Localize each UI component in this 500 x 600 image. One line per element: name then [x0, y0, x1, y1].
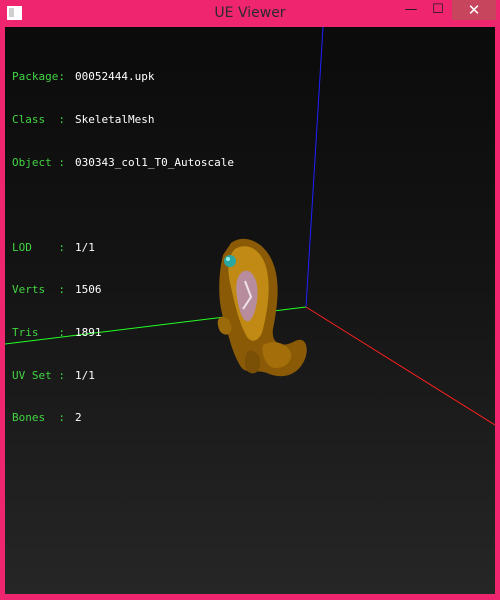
info-row-package: Package: 00052444.upk [12, 70, 234, 84]
app-window: UE Viewer — ☐ ✕ Package: 00052444.upk Cl… [0, 0, 500, 600]
tris-value: 1891 [75, 325, 102, 339]
x-axis-line [305, 306, 495, 426]
info-spacer [12, 198, 234, 212]
close-button[interactable]: ✕ [452, 0, 496, 20]
info-row-lod: LOD : 1/1 [12, 241, 234, 255]
lod-value: 1/1 [75, 240, 95, 254]
bones-label: Bones : [12, 411, 65, 425]
title-bar[interactable]: UE Viewer — ☐ ✕ [0, 0, 500, 26]
verts-value: 1506 [75, 283, 102, 297]
3d-viewport[interactable]: Package: 00052444.upk Class : SkeletalMesh… [5, 27, 495, 594]
lod-label: LOD : [12, 240, 65, 254]
uvset-value: 1/1 [75, 368, 95, 382]
info-row-tris: Tris : 1891 [12, 326, 234, 340]
maximize-button[interactable]: ☐ [425, 0, 451, 20]
z-axis-line [305, 27, 324, 308]
class-label: Class : [12, 113, 65, 126]
package-value: 00052444.upk [75, 70, 155, 84]
info-row-object: Object : 030343_col1_T0_Autoscale [12, 156, 234, 170]
info-row-class: Class : SkeletalMesh [12, 113, 234, 127]
tris-label: Tris : [12, 325, 65, 339]
uvset-label: UV Set : [12, 368, 65, 382]
class-value: SkeletalMesh [75, 113, 155, 126]
mesh-info-panel: Package: 00052444.upk Class : SkeletalMesh… [12, 42, 234, 454]
minimize-button[interactable]: — [398, 0, 424, 20]
bones-value: 2 [75, 411, 82, 425]
info-row-bones: Bones : 2 [12, 411, 234, 425]
info-row-verts: Verts : 1506 [12, 283, 234, 297]
object-value: 030343_col1_T0_Autoscale [75, 155, 234, 169]
info-row-uvset: UV Set : 1/1 [12, 369, 234, 383]
package-label: Package: [12, 70, 65, 84]
verts-label: Verts : [12, 283, 65, 297]
object-label: Object : [12, 155, 65, 169]
